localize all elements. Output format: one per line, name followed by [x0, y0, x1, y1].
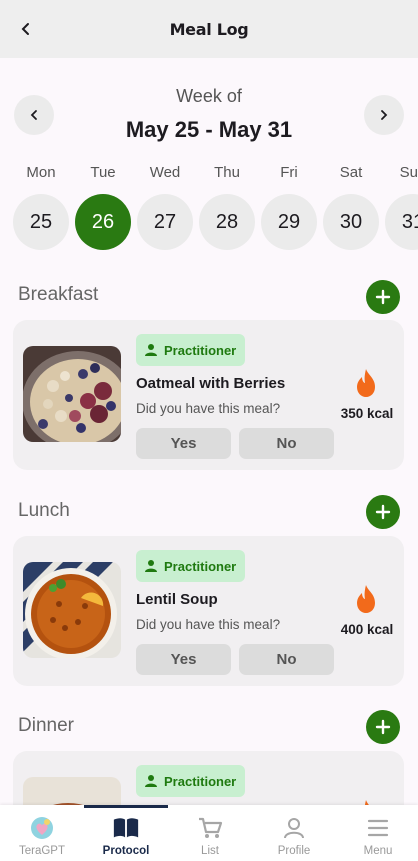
day-name: Wed — [149, 164, 181, 181]
no-button[interactable]: No — [239, 428, 334, 459]
section-title-breakfast: Breakfast — [18, 284, 99, 305]
nav-item-list[interactable]: List — [168, 805, 252, 861]
plus-icon — [375, 719, 391, 735]
book-icon — [112, 814, 140, 842]
plus-icon — [375, 289, 391, 305]
cart-icon — [196, 814, 224, 842]
day-date: 28 — [199, 194, 255, 250]
nav-label: Profile — [277, 845, 311, 857]
day-item-mon[interactable]: Mon 25 — [13, 160, 69, 250]
person-icon — [145, 775, 157, 787]
meal-question: Did you have this meal? — [136, 617, 281, 632]
nav-item-menu[interactable]: Menu — [336, 805, 418, 861]
day-item-sat[interactable]: Sat 30 — [323, 160, 379, 250]
day-item-sun[interactable]: Sun 31 — [385, 160, 418, 250]
day-name: Fri — [280, 164, 298, 181]
add-breakfast-button[interactable] — [366, 280, 400, 314]
badge-label: Practitioner — [164, 773, 237, 789]
day-item-tue[interactable]: Tue 26 — [75, 160, 131, 250]
day-name: Thu — [214, 164, 240, 181]
section-title-dinner: Dinner — [18, 715, 74, 736]
chevron-right-icon — [381, 110, 388, 120]
flame-icon — [357, 369, 375, 397]
add-dinner-button[interactable] — [366, 710, 400, 744]
practitioner-badge: Practitioner — [136, 334, 246, 366]
section-title-lunch: Lunch — [18, 500, 70, 521]
chevron-left-icon — [21, 23, 29, 35]
yes-button[interactable]: Yes — [136, 428, 231, 459]
menu-icon — [364, 814, 392, 842]
meal-card-lunch: Practitioner Lentil Soup Did you have th… — [13, 536, 404, 686]
day-selector: Mon 25 Tue 26 Wed 27 Thu 28 Fri 29 Sat 3… — [0, 160, 418, 260]
day-item-wed[interactable]: Wed 27 — [137, 160, 193, 250]
day-date: 26 — [75, 194, 131, 250]
day-name: Mon — [26, 164, 56, 181]
nav-label: Menu — [363, 845, 393, 857]
day-date: 29 — [261, 194, 317, 250]
day-name: Tue — [90, 164, 116, 181]
calories-value: 400 kcal — [340, 622, 394, 637]
teragpt-logo-icon — [28, 814, 56, 842]
yes-button[interactable]: Yes — [136, 644, 231, 675]
nav-item-protocol[interactable]: Protocol — [84, 805, 168, 861]
no-button[interactable]: No — [239, 644, 334, 675]
day-item-fri[interactable]: Fri 29 — [261, 160, 317, 250]
page-title: Meal Log — [169, 19, 249, 39]
badge-label: Practitioner — [164, 558, 237, 574]
nav-item-teragpt[interactable]: TeraGPT — [0, 805, 84, 861]
back-button[interactable] — [14, 17, 38, 41]
practitioner-badge: Practitioner — [136, 765, 246, 797]
nav-item-profile[interactable]: Profile — [252, 805, 336, 861]
day-date: 31 — [385, 194, 418, 250]
person-icon — [145, 560, 157, 572]
day-date: 25 — [13, 194, 69, 250]
badge-label: Practitioner — [164, 342, 237, 358]
next-week-button[interactable] — [364, 95, 404, 135]
flame-icon — [357, 585, 375, 613]
top-app-bar: Meal Log — [0, 0, 418, 58]
oatmeal-image — [23, 346, 121, 442]
add-lunch-button[interactable] — [366, 495, 400, 529]
person-icon — [145, 344, 157, 356]
meal-card-breakfast: Practitioner Oatmeal with Berries Did yo… — [13, 320, 404, 470]
calories-value: 350 kcal — [340, 406, 394, 421]
meal-question: Did you have this meal? — [136, 401, 281, 416]
day-name: Sun — [399, 164, 418, 181]
week-of-label: Week of — [176, 86, 242, 106]
nav-label: List — [201, 845, 219, 857]
day-item-thu[interactable]: Thu 28 — [199, 160, 255, 250]
nav-label: TeraGPT — [18, 845, 65, 857]
bottom-navigation: TeraGPT Protocol List Profile Menu — [0, 805, 418, 861]
practitioner-badge: Practitioner — [136, 550, 246, 582]
plus-icon — [375, 504, 391, 520]
meal-name: Oatmeal with Berries — [136, 375, 286, 392]
week-range: May 25 - May 31 — [125, 117, 293, 142]
nav-label: Protocol — [102, 845, 150, 857]
person-icon — [280, 814, 308, 842]
day-name: Sat — [339, 164, 363, 181]
meal-name: Lentil Soup — [136, 591, 218, 608]
day-date: 27 — [137, 194, 193, 250]
lentil-soup-image — [23, 562, 121, 658]
day-date: 30 — [323, 194, 379, 250]
